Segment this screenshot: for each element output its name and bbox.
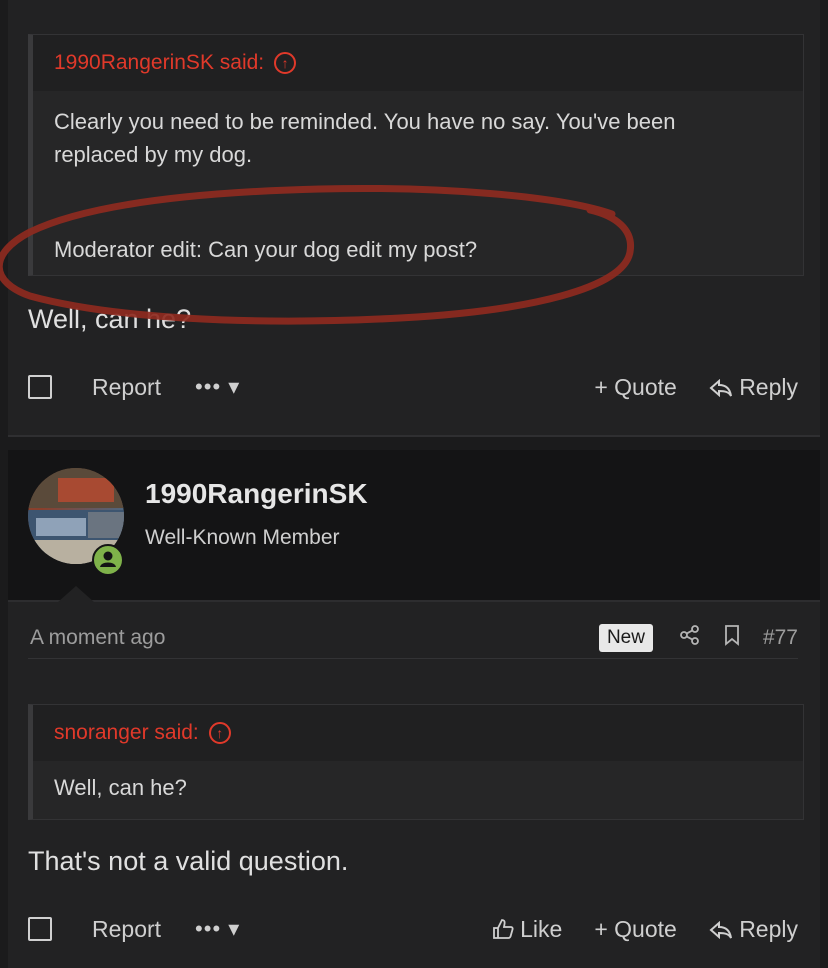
arrow-up-circle-icon[interactable]: ↑: [274, 52, 297, 74]
like-button[interactable]: Like: [492, 916, 562, 943]
quote-author-link[interactable]: snoranger said: ↑: [33, 705, 803, 761]
arrow-up-circle-icon[interactable]: ↑: [208, 722, 231, 744]
reply-button[interactable]: Reply: [709, 374, 798, 401]
thumbs-up-icon: [492, 918, 514, 939]
online-status-icon: [92, 544, 124, 576]
quote-line: Clearly you need to be reminded. You hav…: [54, 109, 676, 134]
post-number[interactable]: #77: [763, 626, 798, 650]
user-header: 1990RangerinSK Well-Known Member: [8, 450, 820, 602]
userbar-pointer: [58, 586, 94, 602]
quote-block: snoranger said: ↑ Well, can he?: [28, 704, 804, 820]
user-icon: [100, 551, 116, 567]
quote-block: 1990RangerinSK said: ↑ Clearly you need …: [28, 34, 804, 276]
post-actions: Report ••• ▾ + Quote Reply: [28, 367, 798, 407]
divider: [8, 435, 820, 437]
meta-divider: [28, 658, 798, 659]
quote-author[interactable]: snoranger said:: [54, 721, 199, 745]
more-menu-button[interactable]: ••• ▾: [195, 916, 240, 942]
post-meta: A moment ago New #77: [30, 620, 798, 656]
user-title: Well-Known Member: [145, 526, 340, 549]
more-menu-button[interactable]: ••• ▾: [195, 374, 240, 400]
quote-line: replaced by my dog.: [54, 142, 253, 167]
new-badge: New: [598, 624, 653, 652]
quote-body: Clearly you need to be reminded. You hav…: [33, 91, 803, 280]
quote-button[interactable]: + Quote: [594, 374, 676, 401]
reply-arrow-icon: [709, 378, 732, 397]
share-icon[interactable]: [679, 624, 701, 652]
username[interactable]: 1990RangerinSK: [145, 478, 368, 510]
post-time[interactable]: A moment ago: [30, 626, 165, 650]
post-actions: Report ••• ▾ Like + Quote Reply: [28, 909, 798, 949]
quote-button[interactable]: + Quote: [594, 916, 676, 943]
select-checkbox[interactable]: [28, 375, 52, 399]
report-button[interactable]: Report: [92, 374, 161, 401]
quote-body: Well, can he?: [54, 775, 187, 800]
quote-author[interactable]: 1990RangerinSK said:: [54, 51, 264, 75]
quote-author-link[interactable]: 1990RangerinSK said: ↑: [33, 35, 803, 91]
bookmark-icon[interactable]: [723, 624, 741, 652]
moderator-edit: Moderator edit: Can your dog edit my pos…: [54, 237, 478, 262]
report-button[interactable]: Report: [92, 916, 161, 943]
post-2: 1990RangerinSK Well-Known Member A momen…: [8, 450, 820, 968]
post-1: 1990RangerinSK said: ↑ Clearly you need …: [8, 0, 820, 436]
post-text: That's not a valid question.: [28, 846, 349, 876]
reply-button[interactable]: Reply: [709, 916, 798, 943]
select-checkbox[interactable]: [28, 917, 52, 941]
post-text: Well, can he?: [28, 304, 192, 334]
reply-arrow-icon: [709, 920, 732, 939]
